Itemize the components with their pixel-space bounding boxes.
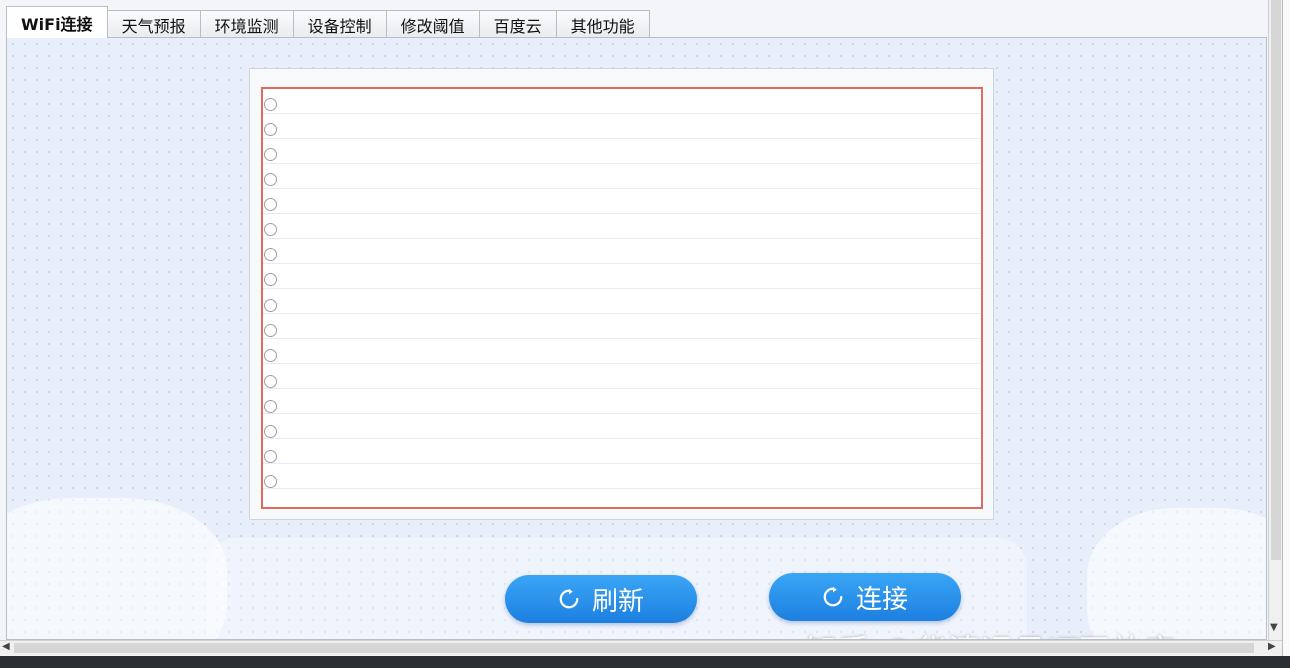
notebook-ring	[264, 148, 277, 161]
background-decoration	[7, 498, 227, 639]
refresh-icon	[823, 586, 843, 607]
tab-device-control[interactable]: 设备控制	[292, 10, 387, 38]
watermark: 知乎 @华清远见IT开放实...	[805, 626, 1211, 639]
tab-label: 天气预报	[121, 16, 186, 36]
refresh-label: 刷新	[591, 586, 644, 617]
scroll-right-icon[interactable]: ▶	[1268, 641, 1276, 652]
tab-label: 环境监测	[214, 16, 279, 36]
notebook-ring	[264, 273, 277, 286]
tab-label: 百度云	[493, 16, 542, 36]
tab-environment[interactable]: 环境监测	[199, 10, 294, 38]
scrollbar-thumb[interactable]	[14, 643, 1254, 653]
tab-baidu-cloud[interactable]: 百度云	[478, 10, 557, 38]
notebook-ring	[264, 400, 277, 413]
horizontal-scrollbar[interactable]: ◀ ▶	[0, 640, 1282, 655]
wifi-list-notebook	[261, 87, 983, 509]
wifi-list-frame	[249, 68, 994, 520]
notebook-ring	[264, 299, 277, 312]
connect-label: 连接	[855, 584, 908, 615]
notebook-ring	[264, 123, 277, 136]
scrollbar-thumb[interactable]	[1271, 0, 1281, 560]
notebook-ring	[264, 349, 277, 362]
tab-label: 设备控制	[307, 16, 372, 36]
tab-label: 其他功能	[570, 16, 635, 36]
notebook-ring	[264, 198, 277, 211]
refresh-button[interactable]: 刷新	[505, 575, 697, 623]
scroll-left-icon[interactable]: ◀	[2, 641, 10, 652]
tab-threshold[interactable]: 修改阈值	[385, 10, 480, 38]
refresh-icon	[559, 588, 579, 609]
tab-label: 修改阈值	[400, 16, 465, 36]
notebook-ring	[264, 223, 277, 236]
notebook-ring	[264, 98, 277, 111]
notebook-ring	[264, 375, 277, 388]
background-decoration	[1087, 508, 1266, 639]
vertical-scrollbar[interactable]: ▼	[1268, 0, 1283, 640]
tab-bar: WiFi连接 天气预报 环境监测 设备控制 修改阈值 百度云 其他功能	[6, 6, 650, 38]
notebook-ring	[264, 475, 277, 488]
tab-other[interactable]: 其他功能	[555, 10, 650, 38]
window-edge	[1282, 0, 1290, 668]
notebook-ring	[264, 248, 277, 261]
notebook-ring	[264, 173, 277, 186]
scroll-down-icon[interactable]: ▼	[1270, 622, 1278, 633]
wifi-network-list[interactable]	[293, 97, 971, 499]
notebook-ring	[264, 450, 277, 463]
tab-wifi[interactable]: WiFi连接	[6, 6, 108, 38]
connect-button[interactable]: 连接	[769, 573, 961, 621]
app-window: WiFi连接 天气预报 环境监测 设备控制 修改阈值 百度云 其他功能 刷新 连…	[0, 0, 1290, 668]
notebook-ring	[264, 324, 277, 337]
tab-label: WiFi连接	[21, 14, 93, 34]
taskbar-strip	[0, 656, 1290, 668]
wifi-panel: 刷新 连接 知乎 @华清远见IT开放实...	[6, 37, 1267, 640]
notebook-ring	[264, 425, 277, 438]
tab-weather[interactable]: 天气预报	[106, 10, 201, 38]
